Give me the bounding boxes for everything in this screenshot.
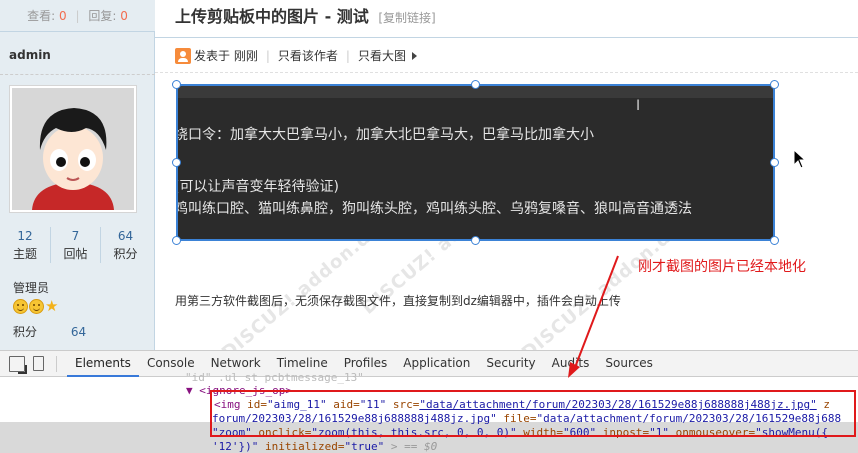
author-divider [0,74,155,75]
points-row: 积分 64 [13,323,86,340]
user-group[interactable]: 管理员 [13,279,49,296]
big-image-link[interactable]: 只看大图 [358,48,406,64]
replies-label: 回复: [88,9,117,23]
resize-handle[interactable] [172,158,181,167]
tab-elements[interactable]: Elements [67,351,139,377]
image-text-line: 绕口令：加拿大大巴拿马小，加拿大北巴拿马大，巴拿马比加拿大小 [176,127,594,143]
attr-name: initialized= [264,440,345,453]
posted-time: 发表于 刚刚 [194,49,258,63]
copy-link-button[interactable]: [复制链接] [378,11,435,25]
device-toolbar-icon[interactable] [33,356,44,371]
thread-title: 上传剪贴板中的图片 - 测试 [复制链接] [175,6,436,29]
only-author-link[interactable]: 只看该作者 [278,48,338,64]
credits-count: 64 [117,229,134,243]
tab-application[interactable]: Application [395,351,478,377]
views-value: 0 [59,9,67,23]
threads-label: 主题 [12,247,37,261]
user-stat-credits[interactable]: 64 积分 [100,227,150,263]
medals: ★ [13,299,58,314]
resize-handle[interactable] [770,80,779,89]
smiley-medal-icon [29,299,44,314]
author-name[interactable]: admin [9,48,51,62]
mouse-pointer-icon [793,149,807,169]
resize-handle[interactable] [471,236,480,245]
code-line-initialized[interactable]: '12'})" initialized="true" > == $0 [212,440,437,453]
triangle-right-icon[interactable] [411,52,417,60]
user-stat-posts[interactable]: 7 回帖 [50,227,100,263]
annotation-arrow-icon [568,255,619,378]
meta-separator: | [265,49,270,63]
avatar-image [12,88,134,210]
toolbar-divider [56,355,57,372]
user-stat-threads[interactable]: 12 主题 [0,227,50,263]
stats-separator: | [75,9,80,23]
avatar[interactable] [9,85,137,213]
credits-label: 积分 [113,247,138,261]
resize-handle[interactable] [770,236,779,245]
tab-security[interactable]: Security [478,351,543,377]
posts-label: 回帖 [63,247,88,261]
thread-stats: 查看: 0 | 回复: 0 [0,0,155,32]
console-ref: > == $0 [390,440,438,453]
title-divider [155,37,858,38]
attr-value: "true" [344,440,385,453]
resize-handle[interactable] [471,80,480,89]
inspect-element-icon[interactable] [9,355,27,374]
star-icon: ★ [45,297,59,315]
user-stats: 12 主题 7 回帖 64 积分 [0,227,155,263]
attr-value: '12'})" [212,440,259,453]
author-sidebar: 查看: 0 | 回复: 0 admin 12 主题 7 回帖 64 积分 管理员… [0,0,155,350]
posts-count: 7 [71,229,80,243]
thread-title-text: 上传剪贴板中的图片 - 测试 [175,7,369,26]
threads-count: 12 [17,229,33,243]
image-text-line: 鸡叫练口腔、猫叫练鼻腔，狗叫练头腔，鸡叫练头腔、乌鸦复嗓音、狼叫高音通透法 [176,201,692,217]
resize-handle[interactable] [172,80,181,89]
meta-separator: | [345,49,350,63]
devtools-tabbar: Elements Console Network Timeline Profil… [0,351,858,377]
smiley-medal-icon [13,299,28,314]
post-body-text: 用第三方软件截图后，无须保存截图文件，直接复制到dz编辑器中，插件会自动上传 [175,294,621,308]
pasted-screenshot-image[interactable]: I 绕口令：加拿大大巴拿马小，加拿大北巴拿马大，巴拿马比加拿大小 (可以让声音变… [176,84,775,241]
points-value: 64 [70,325,87,339]
resize-handle[interactable] [172,236,181,245]
views-label: 查看: [27,9,56,23]
resize-handle[interactable] [770,158,779,167]
post-meta: 发表于 刚刚 | 只看该作者 | 只看大图 [175,48,417,64]
annotation-highlight-box [210,390,856,437]
annotation-text: 刚才截图的图片已经本地化 [638,259,806,275]
user-online-icon [175,48,191,64]
replies-value: 0 [120,9,128,23]
image-text-line: (可以让声音变年轻待验证) [176,179,339,195]
avatar-cartoon-icon [12,88,134,210]
text-cursor-icon: I [636,98,641,114]
points-label: 积分 [13,325,38,339]
meta-divider [155,72,858,73]
code-line: "id" .ul st pcbtmessage_13" [185,371,364,384]
